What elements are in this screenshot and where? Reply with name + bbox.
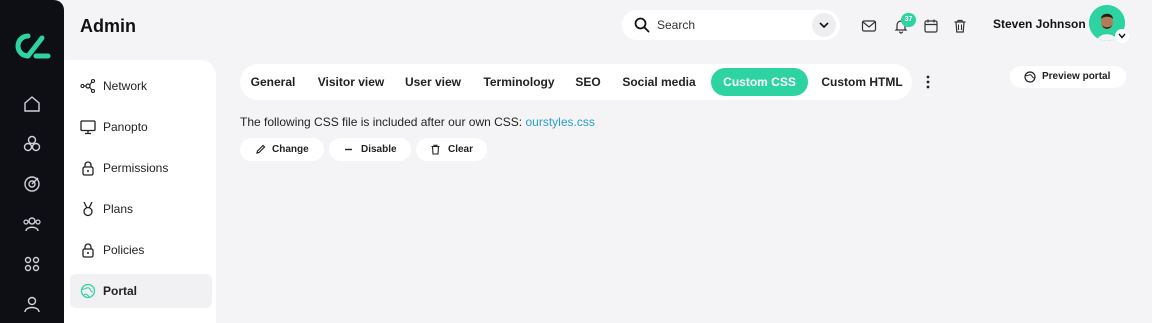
tab-terminology[interactable]: Terminology bbox=[476, 68, 562, 96]
chevron-down-icon bbox=[819, 22, 829, 29]
cubes-icon[interactable] bbox=[22, 134, 42, 154]
monitor-icon bbox=[80, 120, 96, 135]
change-button-label: Change bbox=[272, 144, 309, 155]
calendar-icon[interactable] bbox=[923, 18, 939, 34]
tab-user-view[interactable]: User view bbox=[398, 68, 468, 96]
css-file-link[interactable]: ourstyles.css bbox=[525, 115, 594, 129]
sidebar-item-label: Panopto bbox=[103, 120, 148, 134]
sidebar-item-plans[interactable]: Plans bbox=[70, 192, 212, 226]
medal-icon bbox=[83, 201, 93, 217]
more-options-icon[interactable] bbox=[921, 74, 935, 90]
lock-icon bbox=[82, 243, 94, 258]
globe-icon bbox=[80, 283, 96, 299]
users-icon[interactable] bbox=[22, 214, 42, 234]
home-icon[interactable] bbox=[22, 94, 42, 114]
clear-button[interactable]: Clear bbox=[416, 138, 487, 161]
pencil-icon bbox=[256, 144, 266, 154]
globe-icon bbox=[1024, 71, 1036, 83]
tab-visitor-view[interactable]: Visitor view bbox=[310, 68, 392, 96]
disable-button-label: Disable bbox=[361, 144, 397, 155]
css-info-label: The following CSS file is included after… bbox=[240, 115, 523, 129]
user-name[interactable]: Steven Johnson bbox=[993, 17, 1086, 31]
search-bar[interactable]: Search bbox=[622, 10, 840, 40]
sidebar-item-label: Network bbox=[103, 79, 148, 93]
preview-portal-label: Preview portal bbox=[1042, 71, 1111, 82]
disable-button[interactable]: Disable bbox=[329, 138, 411, 161]
sidebar-item-label: Portal bbox=[103, 284, 138, 298]
left-rail bbox=[0, 0, 64, 323]
network-icon bbox=[80, 78, 96, 94]
user-menu-toggle[interactable] bbox=[1115, 29, 1129, 43]
sidebar-item-label: Permissions bbox=[103, 161, 169, 175]
notification-badge: 37 bbox=[901, 13, 916, 27]
trash-icon bbox=[431, 144, 440, 155]
sidebar-item-panopto[interactable]: Panopto bbox=[70, 110, 212, 144]
css-info-text: The following CSS file is included after… bbox=[240, 115, 595, 129]
tab-social-media[interactable]: Social media bbox=[614, 68, 704, 96]
preview-portal-button[interactable]: Preview portal bbox=[1010, 66, 1126, 88]
settings-tabs: General Visitor view User view Terminolo… bbox=[240, 64, 912, 100]
chevron-down-icon bbox=[1118, 33, 1126, 39]
settings-sidebar: Network Panopto Permissions Plans Polici… bbox=[64, 60, 216, 323]
trash-icon[interactable] bbox=[952, 18, 968, 34]
page-title: Admin bbox=[80, 16, 136, 36]
change-button[interactable]: Change bbox=[240, 138, 324, 161]
clear-button-label: Clear bbox=[448, 144, 474, 155]
sidebar-item-network[interactable]: Network bbox=[70, 69, 212, 103]
logo-icon[interactable] bbox=[12, 30, 52, 62]
target-icon[interactable] bbox=[22, 174, 42, 194]
sidebar-item-label: Plans bbox=[103, 202, 134, 216]
sidebar-item-portal[interactable]: Portal bbox=[70, 274, 212, 308]
sidebar-item-policies[interactable]: Policies bbox=[70, 233, 212, 267]
search-dropdown-button[interactable] bbox=[812, 13, 836, 37]
search-input[interactable]: Search bbox=[657, 18, 695, 32]
sidebar-item-label: Policies bbox=[103, 243, 145, 257]
lock-icon bbox=[82, 161, 94, 176]
search-icon bbox=[634, 17, 650, 33]
profile-icon[interactable] bbox=[22, 294, 42, 314]
minus-icon bbox=[345, 148, 352, 151]
tab-general[interactable]: General bbox=[242, 68, 304, 96]
tab-seo[interactable]: SEO bbox=[568, 68, 608, 96]
mail-icon[interactable] bbox=[861, 18, 877, 34]
sidebar-item-permissions[interactable]: Permissions bbox=[70, 151, 212, 185]
tab-custom-html[interactable]: Custom HTML bbox=[816, 68, 908, 96]
grid-icon[interactable] bbox=[22, 254, 42, 274]
tab-custom-css[interactable]: Custom CSS bbox=[711, 68, 808, 96]
